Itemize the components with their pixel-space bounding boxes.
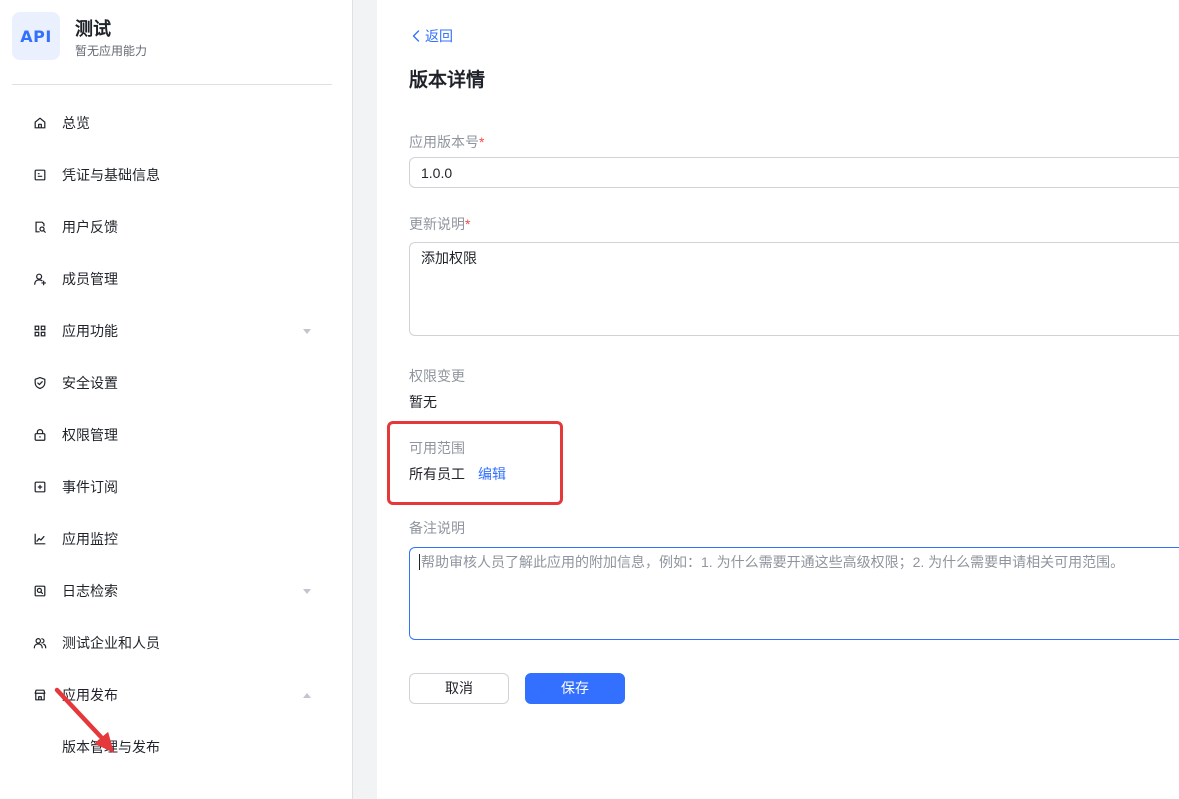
sidebar-item-label: 凭证与基础信息: [62, 167, 160, 183]
remarks-label: 备注说明: [409, 520, 465, 536]
text-cursor: [419, 554, 420, 570]
chevron-down-icon[interactable]: [303, 329, 311, 334]
sidebar-item-security[interactable]: 安全设置: [12, 363, 332, 403]
scope-label: 可用范围: [409, 440, 465, 456]
sidebar: API 测试 暂无应用能力 总览 凭证与基础信息 用户反馈 成员管理 应用功能: [0, 0, 353, 799]
sidebar-item-monitoring[interactable]: 应用监控: [12, 519, 332, 559]
sidebar-divider: [12, 84, 332, 85]
update-notes-label-text: 更新说明: [409, 216, 465, 232]
home-icon: [33, 116, 47, 130]
sidebar-item-app-release[interactable]: 应用发布: [12, 675, 332, 715]
sidebar-item-members[interactable]: 成员管理: [12, 259, 332, 299]
sidebar-item-label: 应用发布: [62, 687, 118, 703]
back-label: 返回: [425, 28, 453, 44]
sidebar-item-label: 用户反馈: [62, 219, 118, 235]
sidebar-item-label: 事件订阅: [62, 479, 118, 495]
cancel-button[interactable]: 取消: [409, 673, 509, 704]
sidebar-item-permissions[interactable]: 权限管理: [12, 415, 332, 455]
app-logo-text: API: [20, 26, 52, 46]
sidebar-item-app-features[interactable]: 应用功能: [12, 311, 332, 351]
scope-row: 所有员工 编辑: [409, 465, 506, 483]
feedback-icon: [33, 220, 47, 234]
page-title: 版本详情: [409, 70, 486, 91]
shield-icon: [33, 376, 47, 390]
sidebar-subitem-version-management[interactable]: 版本管理与发布: [12, 727, 332, 767]
remarks-textarea[interactable]: [409, 547, 1179, 640]
version-label: 应用版本号*: [409, 133, 484, 151]
users-icon: [33, 636, 47, 650]
update-notes-label: 更新说明*: [409, 215, 470, 233]
chevron-up-icon[interactable]: [303, 693, 311, 698]
back-link[interactable]: 返回: [412, 27, 453, 45]
log-search-icon: [33, 584, 47, 598]
sidebar-item-credentials[interactable]: 凭证与基础信息: [12, 155, 332, 195]
grid-icon: [33, 324, 47, 338]
credential-icon: [33, 168, 47, 182]
save-button[interactable]: 保存: [525, 673, 625, 704]
version-input[interactable]: [409, 157, 1179, 188]
app-logo: API: [12, 12, 60, 60]
update-notes-textarea[interactable]: 添加权限: [409, 242, 1179, 336]
scope-edit-link[interactable]: 编辑: [478, 466, 506, 482]
sidebar-item-label: 权限管理: [62, 427, 118, 443]
main-content: 返回 版本详情 应用版本号* 更新说明* 添加权限 权限变更 暂无 可用范围 所…: [377, 0, 1179, 799]
sidebar-item-test-org-users[interactable]: 测试企业和人员: [12, 623, 332, 663]
app-subtitle: 暂无应用能力: [75, 44, 148, 58]
subscribe-icon: [33, 480, 47, 494]
version-label-text: 应用版本号: [409, 134, 479, 150]
chevron-left-icon: [412, 30, 420, 42]
sidebar-item-overview[interactable]: 总览: [12, 103, 332, 143]
app-name: 测试: [75, 19, 111, 39]
sidebar-item-label: 成员管理: [62, 271, 118, 287]
permission-changes-value: 暂无: [409, 394, 437, 410]
sidebar-item-label: 总览: [62, 115, 90, 131]
required-mark: *: [479, 134, 485, 150]
scope-value: 所有员工: [409, 466, 465, 482]
chevron-down-icon[interactable]: [303, 589, 311, 594]
sidebar-item-event-subscription[interactable]: 事件订阅: [12, 467, 332, 507]
chart-icon: [33, 532, 47, 546]
user-add-icon: [33, 272, 47, 286]
permission-changes-label: 权限变更: [409, 368, 465, 384]
sidebar-item-label: 日志检索: [62, 583, 118, 599]
sidebar-item-label: 应用功能: [62, 323, 118, 339]
required-mark: *: [465, 216, 471, 232]
sidebar-item-label: 安全设置: [62, 375, 118, 391]
sidebar-item-label: 应用监控: [62, 531, 118, 547]
store-icon: [33, 688, 47, 702]
sidebar-item-feedback[interactable]: 用户反馈: [12, 207, 332, 247]
sidebar-subitem-label: 版本管理与发布: [62, 739, 160, 755]
sidebar-item-log-search[interactable]: 日志检索: [12, 571, 332, 611]
sidebar-item-label: 测试企业和人员: [62, 635, 160, 651]
lock-icon: [33, 428, 47, 442]
content-gutter: [353, 0, 377, 799]
